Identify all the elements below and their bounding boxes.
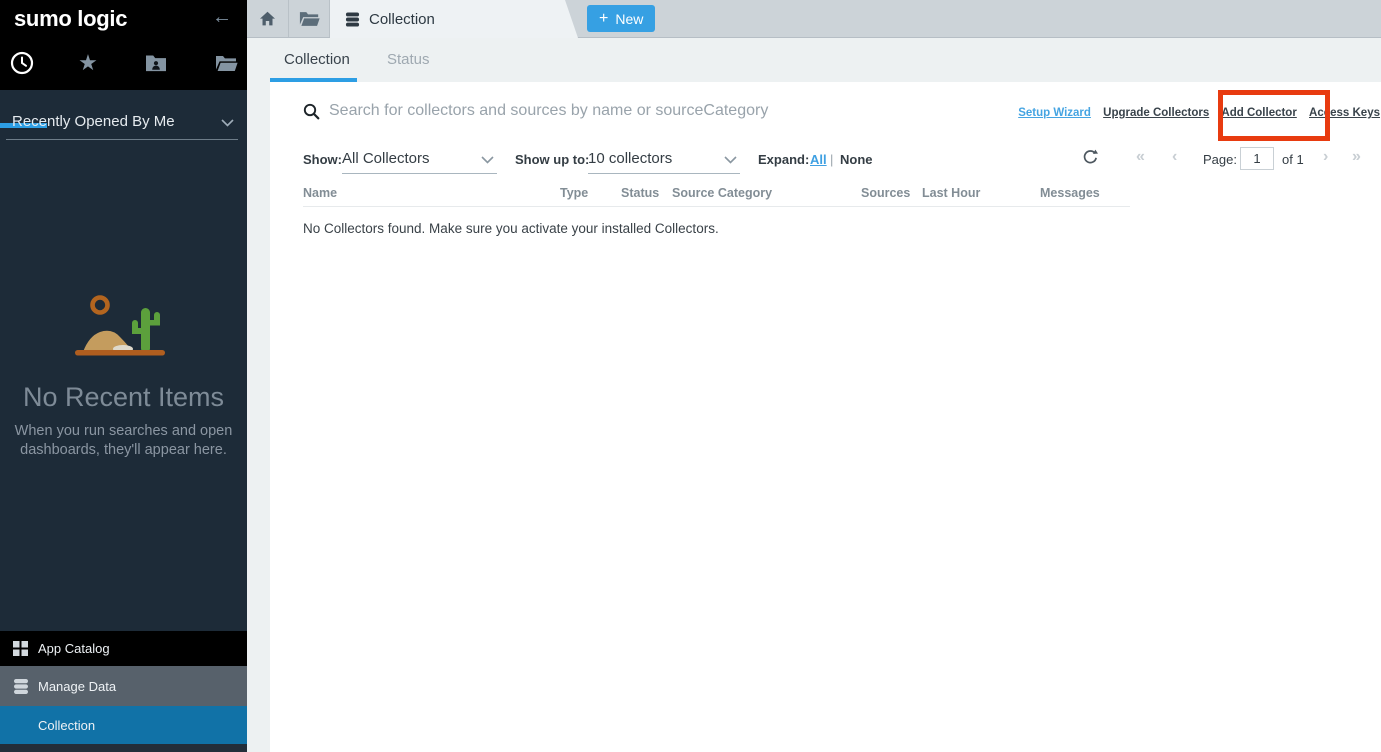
sidebar-item-manage-data[interactable]: Manage Data [0, 666, 247, 706]
no-recent-items-title: No Recent Items [0, 382, 247, 413]
refresh-icon[interactable] [1082, 149, 1098, 165]
tab-collection-label: Collection [369, 11, 435, 28]
sumo-logic-collection-page: { "sidebar": { "logo": "sumo logic", "co… [0, 0, 1381, 752]
open-folder-icon [299, 11, 320, 27]
tab-strip: Collection + New [247, 0, 1381, 38]
sun-icon [93, 298, 108, 313]
open-folder-icon [215, 55, 238, 72]
collection-panel: Setup Wizard Upgrade Collectors Add Coll… [270, 82, 1381, 752]
chevron-down-icon [724, 156, 737, 164]
database-icon [13, 678, 31, 695]
sub-tabs: Collection Status [247, 38, 1381, 82]
grid-icon [13, 641, 31, 656]
recently-opened-dropdown[interactable]: Recently Opened By Me [0, 106, 247, 140]
recently-opened-label: Recently Opened By Me [12, 113, 175, 130]
sidebar-header: sumo logic ← [0, 0, 247, 40]
sidebar-item-collection[interactable]: Collection [0, 706, 247, 744]
column-header-source-category[interactable]: Source Category [672, 186, 772, 200]
last-page-button[interactable]: » [1352, 149, 1361, 165]
annotation-highlight-box [1218, 90, 1330, 141]
database-icon [345, 11, 360, 28]
show-dropdown-value: All Collectors [342, 150, 430, 167]
tab-collection[interactable]: Collection [330, 0, 578, 38]
no-recent-items-subtitle: When you run searches and open dashboard… [12, 422, 235, 460]
collapse-sidebar-icon[interactable]: ← [212, 6, 232, 29]
dropdown-underline [6, 139, 238, 140]
upgrade-collectors-link[interactable]: Upgrade Collectors [1103, 107, 1209, 119]
library-tab[interactable] [204, 40, 248, 86]
favorites-tab[interactable]: ★ [66, 40, 110, 86]
new-button[interactable]: + New [587, 5, 655, 32]
list-controls: Show: All Collectors Show up to: 10 coll… [270, 143, 1381, 179]
manage-data-label: Manage Data [38, 679, 116, 694]
new-button-label: New [615, 11, 643, 27]
first-page-button[interactable]: « [1136, 149, 1145, 165]
sidebar-item-app-catalog[interactable]: App Catalog [0, 631, 247, 666]
subtab-collection[interactable]: Collection [284, 51, 350, 68]
show-dropdown[interactable]: All Collectors [342, 143, 497, 174]
subtab-status[interactable]: Status [387, 51, 430, 68]
home-button[interactable] [247, 0, 289, 37]
chevron-down-icon [481, 156, 494, 164]
table-header-divider [303, 206, 1130, 207]
search-icon [303, 103, 320, 120]
folder-person-icon [145, 54, 167, 72]
clock-icon [9, 50, 35, 76]
next-page-button[interactable]: › [1323, 149, 1328, 165]
show-up-to-label: Show up to: [515, 152, 589, 167]
chevron-down-icon [221, 119, 234, 127]
shared-content-tab[interactable] [134, 40, 178, 86]
column-header-status[interactable]: Status [621, 186, 659, 200]
column-header-name[interactable]: Name [303, 186, 337, 200]
expand-all-link[interactable]: All [810, 152, 827, 167]
column-header-messages[interactable]: Messages [1040, 186, 1100, 200]
recents-tab[interactable] [0, 40, 44, 86]
column-header-sources[interactable]: Sources [861, 186, 910, 200]
show-up-to-dropdown-value: 10 collectors [588, 150, 672, 167]
show-up-to-dropdown[interactable]: 10 collectors [588, 143, 740, 174]
main-area: Collection + New Collection Status Setup… [247, 0, 1381, 752]
page-number-input[interactable] [1240, 147, 1274, 170]
library-button[interactable] [289, 0, 330, 37]
separator: | [830, 152, 833, 167]
expand-none-option[interactable]: None [840, 152, 873, 167]
show-label: Show: [303, 152, 342, 167]
sumo-logic-logo: sumo logic [14, 6, 127, 32]
plus-icon: + [599, 11, 608, 27]
expand-label: Expand: [758, 152, 809, 167]
page-total-label: of 1 [1282, 152, 1304, 167]
star-icon: ★ [78, 52, 98, 74]
app-catalog-label: App Catalog [38, 641, 110, 656]
sidebar: sumo logic ← ★ Recently [0, 0, 247, 752]
sidebar-icon-bar: ★ [0, 40, 247, 90]
collection-label: Collection [38, 718, 95, 733]
previous-page-button[interactable]: ‹ [1172, 149, 1177, 165]
search-input[interactable] [329, 96, 989, 126]
desert-illustration [74, 294, 166, 358]
home-icon [259, 11, 276, 26]
column-header-last-hour[interactable]: Last Hour [922, 186, 980, 200]
sidebar-next-row-edge [0, 744, 247, 752]
empty-collectors-message: No Collectors found. Make sure you activ… [303, 221, 719, 236]
column-header-type[interactable]: Type [560, 186, 588, 200]
page-label: Page: [1203, 152, 1237, 167]
setup-wizard-link[interactable]: Setup Wizard [1018, 107, 1091, 119]
